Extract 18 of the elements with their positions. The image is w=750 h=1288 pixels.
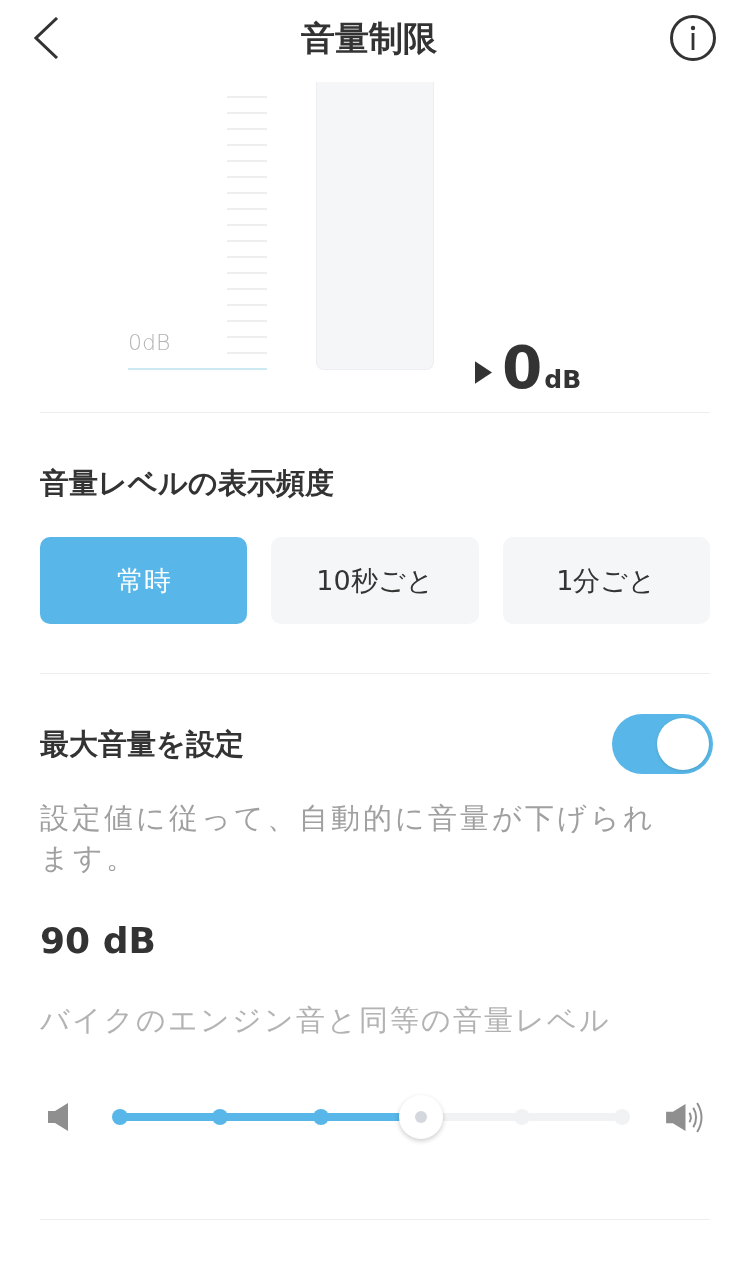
setting-label: 最大音量を設定 (40, 726, 244, 763)
frequency-option[interactable]: 10秒ごと (271, 537, 479, 624)
pointer-triangle-icon (475, 360, 492, 384)
section-heading: 音量レベルの表示頻度 (40, 465, 335, 502)
volume-value: 90 dB (40, 919, 157, 963)
speaker-icon (48, 1103, 68, 1131)
back-icon[interactable] (34, 17, 59, 59)
reading-value: 0 (502, 336, 542, 400)
setting-description: 設定値に従って、自動的に音量が下げられます。 (40, 800, 657, 877)
volume-comparison: バイクのエンジン音と同等の音量レベル (40, 1002, 612, 1039)
screen-title: 音量制限 (299, 17, 437, 60)
speaker-loud-icon (666, 1100, 705, 1134)
toggle-switch[interactable] (612, 714, 713, 774)
step-dot-icon (112, 1109, 128, 1125)
reading-unit: dB (544, 365, 582, 395)
scale-label: 0dB (128, 330, 172, 356)
frequency-option[interactable]: 1分ごと (502, 537, 710, 624)
info-icon[interactable] (670, 15, 716, 61)
